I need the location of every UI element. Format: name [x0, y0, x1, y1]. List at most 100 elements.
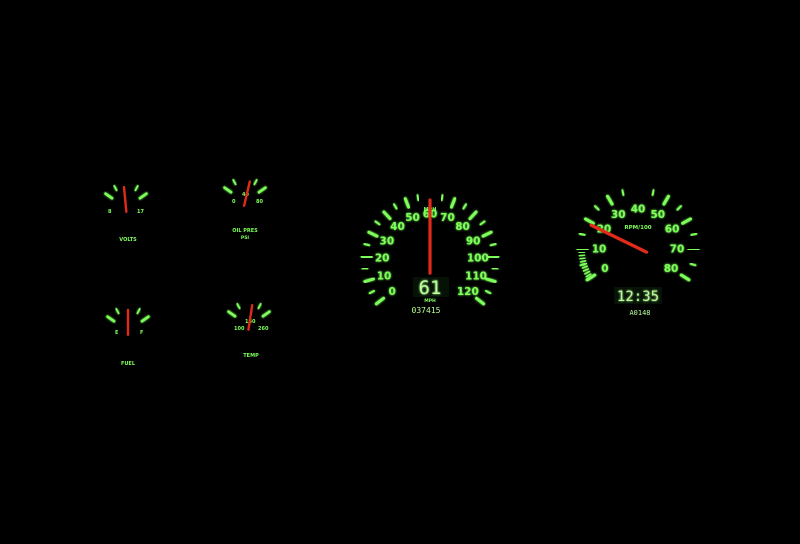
speed-tick: [363, 243, 371, 247]
gauge-tick: [223, 186, 233, 194]
volts-min-label: 8: [108, 209, 112, 215]
gauge-tick: [140, 315, 150, 323]
rpm-scale-label: 40: [631, 204, 646, 216]
volts-max-label: 17: [137, 209, 144, 215]
clock-readout: 12:35: [617, 289, 659, 305]
speed-tick: [403, 197, 411, 209]
speed-tick: [367, 230, 379, 238]
speed-tick: [468, 210, 478, 221]
gauge-tick: [257, 186, 267, 194]
rpm-tick: [676, 205, 682, 211]
rpm-tick: [594, 205, 600, 211]
speed-scale-label: 0: [389, 286, 396, 298]
speed-scale-label: 100: [467, 253, 489, 265]
gauge-tick: [232, 179, 237, 186]
volts-title: VOLTS: [119, 237, 137, 243]
gauge-tick: [227, 310, 237, 318]
speed-tick: [360, 254, 373, 259]
digital-speed-unit: MPH: [424, 298, 436, 304]
speed-tick: [484, 289, 492, 295]
speed-tick: [368, 289, 376, 295]
rpm-fine-tick: [581, 265, 588, 269]
speed-tick: [361, 267, 369, 271]
speed-tick: [374, 296, 386, 306]
speed-tick: [416, 194, 420, 202]
fuel-min-label: E: [115, 330, 119, 336]
speedometer: MPH 61 MPH 037415 0102030405060708090100…: [360, 192, 500, 315]
gauge-tick: [134, 185, 139, 192]
oil-pressure-gauge: 0 40 80 OIL PRES PSI: [223, 176, 267, 241]
gauge-tick: [261, 310, 271, 318]
fuel-title: FUEL: [121, 361, 136, 367]
speed-scale-label: 30: [380, 235, 395, 247]
rpm-tick: [690, 232, 698, 236]
speed-tick: [489, 243, 497, 247]
rpm-scale-label: 50: [650, 209, 665, 221]
fuel-max-label: F: [140, 330, 143, 336]
rpm-fine-tick: [587, 275, 594, 281]
speed-tick: [449, 197, 457, 209]
rpm-tick: [578, 232, 586, 236]
rpm-scale-label: 80: [664, 263, 679, 275]
oil-max-label: 80: [256, 199, 263, 205]
rpm-tick: [621, 189, 625, 196]
speed-tick: [487, 254, 500, 259]
gauge-tick: [136, 308, 141, 315]
volts-gauge: 8 17 VOLTS: [104, 182, 148, 243]
speed-tick: [485, 277, 497, 284]
gauge-tick: [138, 192, 148, 200]
speed-scale-label: 10: [377, 270, 392, 282]
gauge-tick: [257, 303, 262, 310]
gauge-tick: [253, 179, 258, 186]
dashboard-panel: 8 17 VOLTS 0 40 80 OIL PRES PSI E F FUEL…: [104, 176, 700, 367]
temp-min-label: 100: [234, 326, 245, 332]
gauge-needle: [122, 185, 128, 213]
speed-scale-label: 70: [440, 212, 455, 224]
temperature-gauge: 100 180 260 TEMP: [227, 300, 271, 359]
odometer-readout: 037415: [412, 306, 441, 315]
rpm-tick: [584, 217, 595, 225]
speed-scale-label: 40: [390, 221, 405, 233]
speed-tick: [462, 203, 468, 210]
speed-tick: [392, 203, 398, 210]
speed-scale-label: 80: [455, 221, 470, 233]
speed-tick: [440, 194, 444, 202]
gauge-tick: [115, 308, 120, 315]
gauge-needle: [247, 304, 254, 331]
trip-readout: A0148: [629, 309, 650, 317]
speed-scale-label: 90: [466, 235, 481, 247]
rpm-scale-label: 60: [665, 224, 680, 236]
speed-tick: [363, 277, 375, 284]
speed-tick: [479, 220, 486, 226]
rpm-scale-label: 10: [592, 244, 607, 256]
speed-scale-label: 50: [405, 212, 420, 224]
speed-tick: [374, 220, 381, 226]
speed-scale-label: 120: [457, 286, 479, 298]
oil-title: OIL PRES: [232, 228, 258, 234]
speed-tick: [474, 296, 486, 306]
rpm-fine-tick: [579, 257, 586, 260]
gauge-tick: [104, 192, 114, 200]
rpm-tick: [662, 194, 670, 206]
rpm-fine-tick: [579, 259, 587, 263]
gauge-tick: [236, 303, 241, 310]
speed-tick: [491, 267, 499, 271]
rpm-scale-label: 70: [670, 244, 685, 256]
speed-scale-label: 20: [375, 253, 390, 265]
temp-title: TEMP: [243, 353, 259, 359]
rpm-fine-tick: [584, 270, 591, 275]
rpm-fine-tick: [582, 268, 590, 272]
rpm-fine-tick: [578, 254, 586, 257]
speed-tick: [481, 230, 493, 238]
temp-max-label: 260: [258, 326, 269, 332]
tachometer-unit-label: RPM/100: [624, 225, 651, 231]
gauge-tick: [106, 315, 116, 323]
rpm-tick: [651, 189, 655, 196]
rpm-scale-label: 0: [601, 263, 608, 275]
rpm-scale-label: 30: [611, 209, 626, 221]
gauge-tick: [113, 185, 118, 192]
rpm-tick: [681, 217, 692, 225]
oil-subtitle: PSI: [241, 235, 250, 241]
fuel-gauge: E F FUEL: [106, 305, 150, 367]
tachometer: RPM/100 12:35 A0148 01020304050607080: [576, 186, 700, 317]
